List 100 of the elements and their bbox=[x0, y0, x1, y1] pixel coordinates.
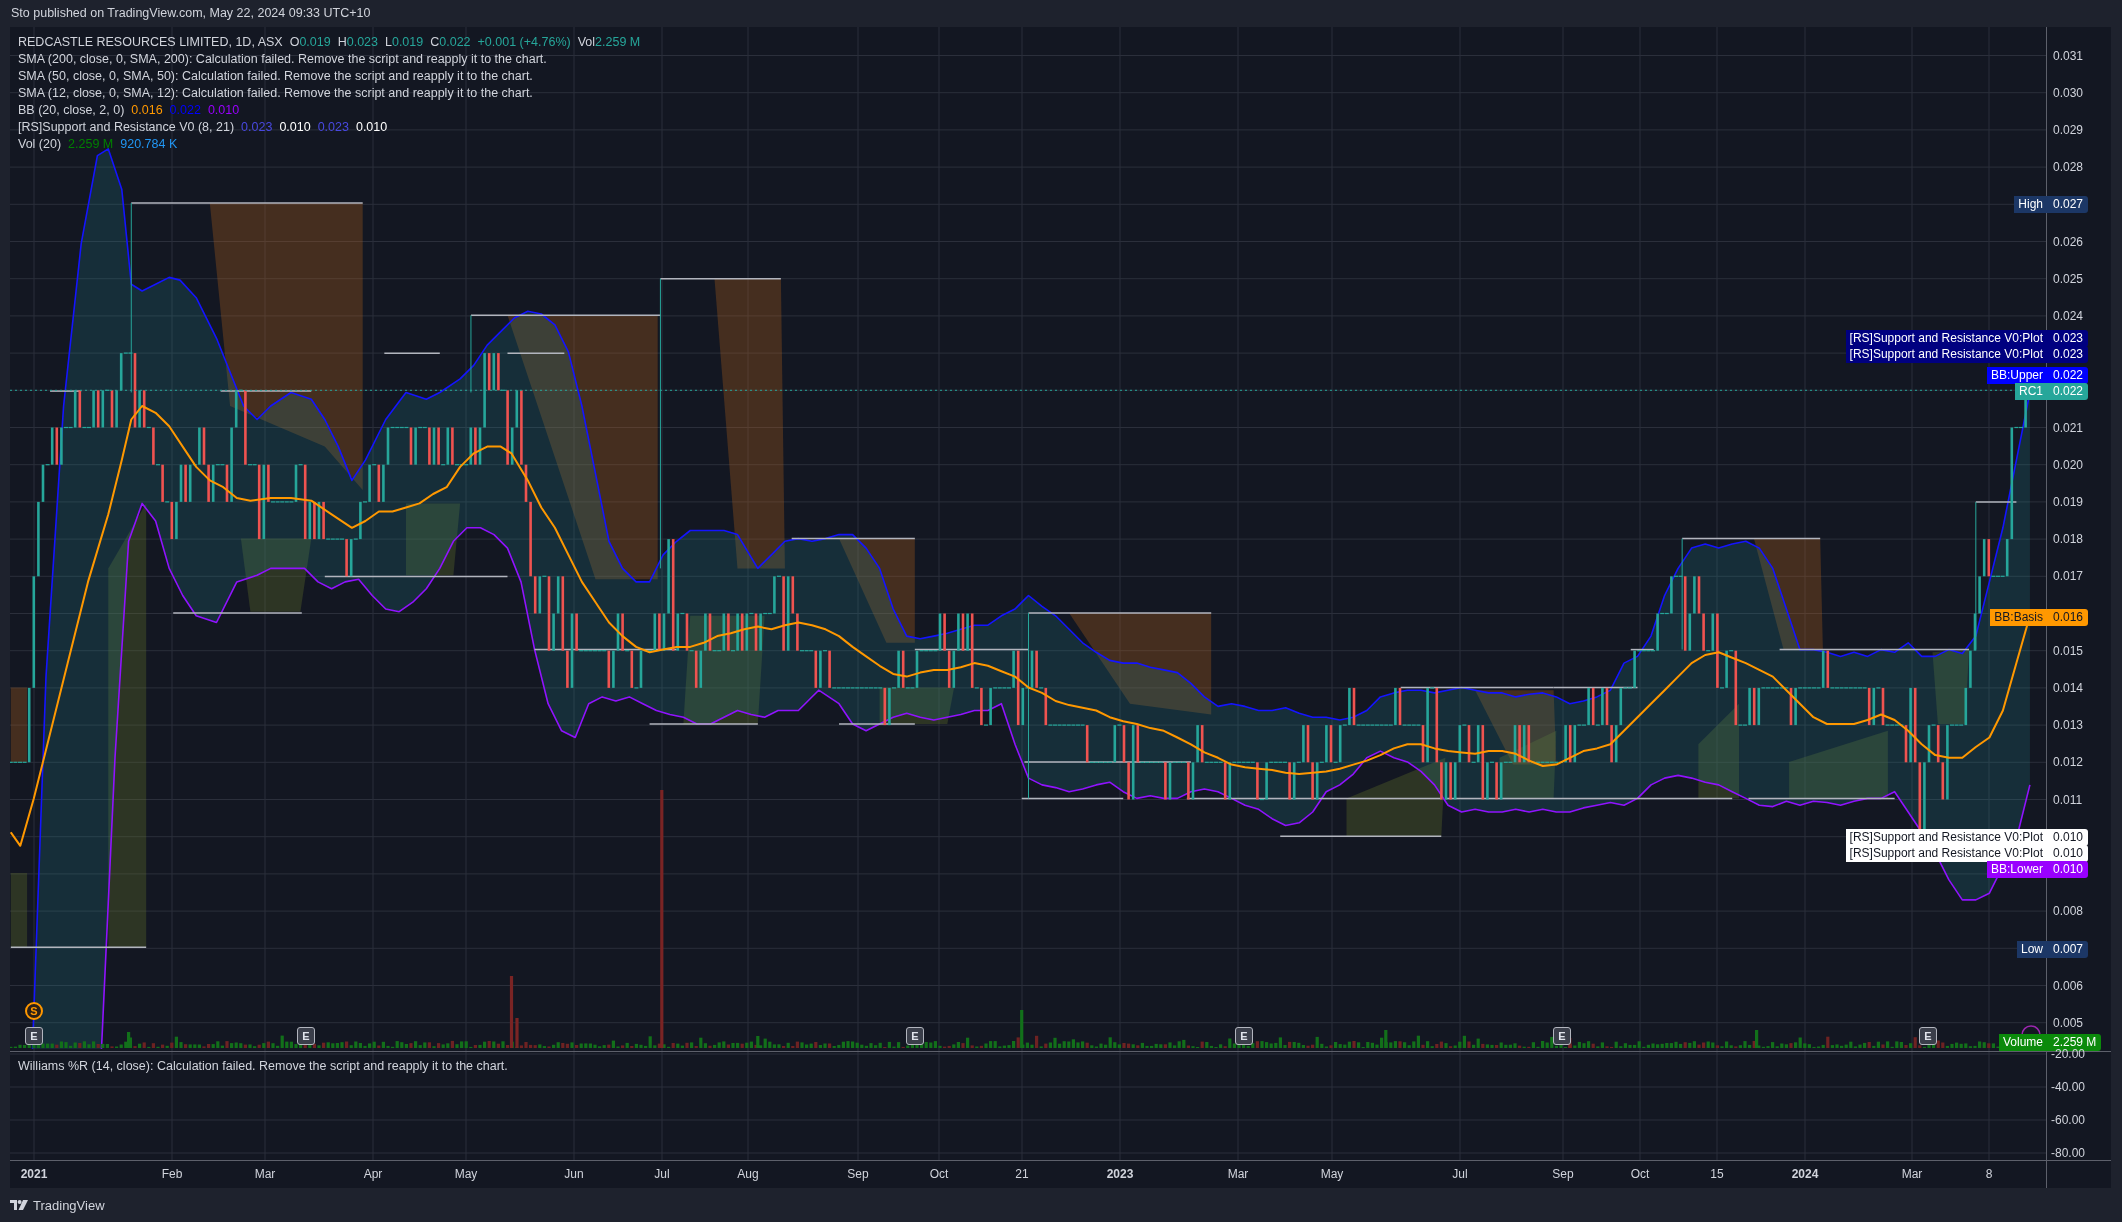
time-tick-label: Sep bbox=[847, 1167, 869, 1181]
indicator-name: Vol (20) bbox=[18, 136, 62, 153]
publish-info-text: Sto published on TradingView.com, May 22, 2024 09:33 UTC+10 bbox=[11, 7, 371, 20]
range-line bbox=[383, 352, 441, 354]
time-tick-label: Oct bbox=[1630, 1167, 1650, 1181]
logo-icon bbox=[10, 1200, 28, 1210]
earnings-marker[interactable]: E bbox=[1235, 1027, 1253, 1045]
time-tick-label: Feb bbox=[161, 1167, 183, 1181]
ohlc-value: 0.022 bbox=[439, 34, 471, 51]
price-tick-label: 0.017 bbox=[2053, 569, 2084, 584]
time-tick-label: 15 bbox=[1710, 1167, 1724, 1181]
earnings-marker[interactable]: E bbox=[1553, 1027, 1571, 1045]
time-tick-label: Oct bbox=[929, 1167, 949, 1181]
indicator-value: 0.022 bbox=[169, 102, 201, 119]
indicator-error-text: Williams %R (14, close): Calculation failed. Remove the script and reapply it to the chart. bbox=[18, 1058, 508, 1075]
time-tick-label: 2023 bbox=[1106, 1167, 1134, 1181]
brand-text: TradingView bbox=[33, 1198, 105, 1212]
price-tick-label: 0.014 bbox=[2053, 680, 2084, 695]
price-tick-label: 0.024 bbox=[2053, 308, 2084, 323]
price-value-label: 0.027 bbox=[2047, 195, 2089, 213]
indicator-name: [RS]Support and Resistance V0 (8, 21) bbox=[18, 119, 235, 136]
volume-value: 2.259 M bbox=[595, 34, 641, 51]
price-tick-label: 0.008 bbox=[2053, 904, 2084, 919]
oscillator-tick-label: -40.00 bbox=[2051, 1080, 2086, 1094]
price-change: +0.001 (+4.76%) bbox=[477, 34, 571, 51]
price-tick-label: 0.028 bbox=[2053, 160, 2084, 175]
ohlc-value: 0.019 bbox=[299, 34, 331, 51]
range-line bbox=[1975, 501, 2018, 503]
range-line bbox=[49, 390, 82, 392]
price-tick-label: 0.020 bbox=[2053, 457, 2084, 472]
ohlc-label: C bbox=[430, 34, 440, 51]
time-tick-label: May bbox=[454, 1167, 478, 1181]
oscillator-tick-label: -60.00 bbox=[2051, 1113, 2086, 1127]
series-label: Volume bbox=[1998, 1033, 2047, 1051]
price-tick-label: 0.026 bbox=[2053, 234, 2084, 249]
series-label: BB:Basis bbox=[1990, 608, 2047, 626]
time-tick-label: May bbox=[1320, 1167, 1344, 1181]
indicator-error-text: SMA (200, close, 0, SMA, 200): Calculation failed. Remove the script and reapply it to the chart. bbox=[18, 51, 547, 68]
ohlc-value: 0.019 bbox=[391, 34, 424, 51]
time-tick-label: Jul bbox=[1452, 1167, 1468, 1181]
earnings-marker[interactable]: E bbox=[906, 1027, 924, 1045]
range-line bbox=[1630, 648, 1655, 651]
price-tick-label: 0.012 bbox=[2053, 755, 2084, 770]
time-tick-label: 8 bbox=[1985, 1167, 1993, 1181]
time-tick-label: 21 bbox=[1015, 1167, 1029, 1181]
indicator-value: 0.023 bbox=[317, 119, 349, 136]
indicator-value: 2.259 M bbox=[68, 136, 114, 153]
price-tick-label: 0.006 bbox=[2053, 978, 2084, 993]
price-tick-label: 0.013 bbox=[2053, 718, 2084, 733]
ring-icon bbox=[2021, 1025, 2041, 1035]
symbol-title: REDCASTLE RESOURCES LIMITED, 1D, ASX bbox=[18, 34, 283, 51]
oscillator-tick-label: -80.00 bbox=[2051, 1146, 2086, 1160]
time-tick-label: Mar bbox=[1901, 1167, 1923, 1181]
series-label: [RS]Support and Resistance V0:Plot bbox=[1845, 828, 2047, 846]
price-tick-label: 0.018 bbox=[2053, 532, 2084, 547]
indicator-value: 0.023 bbox=[241, 119, 273, 136]
earnings-marker[interactable]: E bbox=[1919, 1027, 1937, 1045]
time-tick-label: Jul bbox=[654, 1167, 670, 1181]
indicator-name: BB (20, close, 2, 0) bbox=[18, 102, 125, 119]
indicator-value: 920.784 K bbox=[120, 136, 178, 153]
series-label: High bbox=[2014, 195, 2047, 213]
price-value-label: 0.010 bbox=[2047, 828, 2089, 846]
indicator-error-text: SMA (50, close, 0, SMA, 50): Calculation failed. Remove the script and reapply it to the chart. bbox=[18, 68, 533, 85]
range-line bbox=[506, 352, 566, 354]
price-tick-label: 0.005 bbox=[2053, 1015, 2084, 1030]
series-label: Low bbox=[2017, 940, 2047, 958]
earnings-marker[interactable]: E bbox=[297, 1027, 315, 1045]
time-tick-label: Apr bbox=[363, 1167, 383, 1181]
price-value-label: 0.022 bbox=[2047, 366, 2089, 384]
ohlc-label: O bbox=[289, 34, 300, 51]
time-tick-label: 2024 bbox=[1791, 1167, 1819, 1181]
ohlc-value: 0.023 bbox=[346, 34, 378, 51]
series-label: [RS]Support and Resistance V0:Plot bbox=[1845, 329, 2047, 347]
indicator-value: 0.010 bbox=[207, 102, 240, 119]
ohlc-label: L bbox=[385, 34, 392, 51]
price-tick-label: 0.031 bbox=[2053, 48, 2084, 63]
price-tick-label: 0.029 bbox=[2053, 122, 2084, 137]
series-label: BB:Upper bbox=[1986, 366, 2047, 384]
indicator-value: 0.010 bbox=[279, 119, 311, 136]
price-tick-label: 0.015 bbox=[2053, 643, 2084, 658]
indicator-value: 0.016 bbox=[131, 102, 163, 119]
price-value-label: 0.007 bbox=[2047, 940, 2089, 958]
price-value-label: 0.016 bbox=[2047, 608, 2089, 626]
time-tick-label: Aug bbox=[737, 1167, 759, 1181]
time-tick-label: 2021 bbox=[20, 1167, 48, 1181]
price-tick-label: 0.021 bbox=[2053, 420, 2084, 435]
price-tick-label: 0.025 bbox=[2053, 271, 2084, 286]
price-tick-label: 0.019 bbox=[2053, 494, 2084, 509]
earnings-marker[interactable]: E bbox=[25, 1027, 43, 1045]
volume-label: Vol bbox=[577, 34, 596, 51]
indicator-value: 0.010 bbox=[355, 119, 388, 136]
ohlc-label: H bbox=[337, 34, 347, 51]
time-tick-label: Sep bbox=[1552, 1167, 1574, 1181]
time-tick-label: Mar bbox=[254, 1167, 276, 1181]
indicator-error-text: SMA (12, close, 0, SMA, 12): Calculation failed. Remove the script and reapply it to the chart. bbox=[18, 85, 533, 102]
time-tick-label: Jun bbox=[564, 1167, 584, 1181]
price-tick-label: 0.030 bbox=[2053, 85, 2084, 100]
split-marker[interactable]: S bbox=[25, 1002, 43, 1020]
time-tick-label: Mar bbox=[1227, 1167, 1249, 1181]
price-value-label: 0.023 bbox=[2047, 329, 2089, 347]
